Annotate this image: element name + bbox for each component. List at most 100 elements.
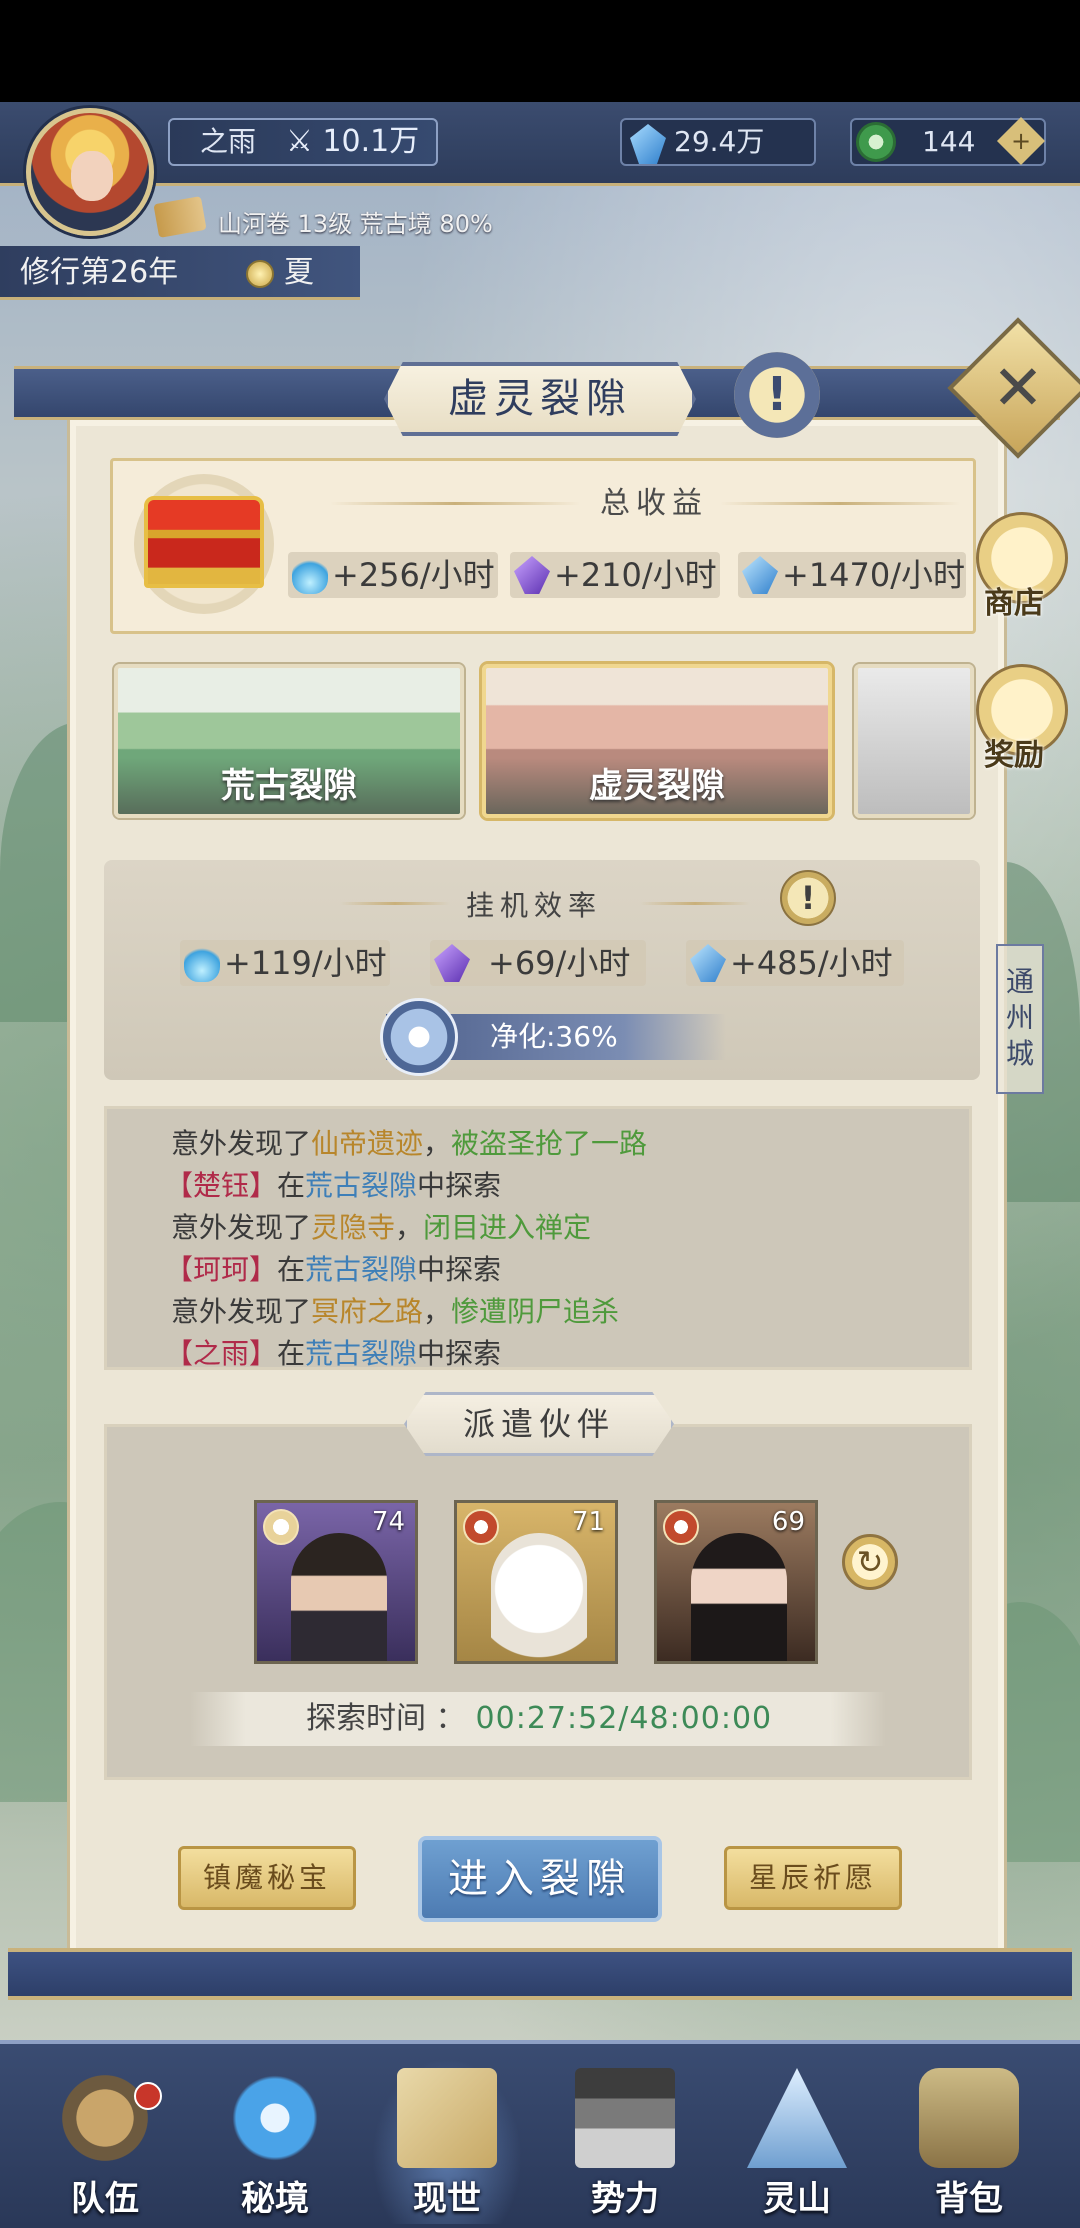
divider-line — [720, 502, 960, 505]
time-label: 探索时间 ： — [306, 1701, 466, 1736]
panel-title: 虚灵裂隙 — [384, 362, 696, 436]
efficiency-info-button[interactable]: ! — [780, 870, 836, 926]
nav-label: 秘境 — [241, 2179, 309, 2219]
jade-coin-icon — [856, 122, 896, 162]
jade-amount: 144 — [922, 125, 976, 158]
efficiency-rate-value: +119/小时 — [224, 944, 387, 982]
efficiency-rate-value: +69/小时 — [488, 944, 631, 982]
time-value: 00:27:52/48:00:00 — [475, 1701, 773, 1736]
partner-portrait — [491, 1533, 587, 1661]
partner-slot-2[interactable]: 71 — [454, 1500, 618, 1664]
shop-label: 商店 — [984, 586, 1044, 621]
nav-team[interactable]: 队伍 — [30, 2058, 180, 2224]
rift-card-xuling[interactable]: 虚灵裂隙 — [482, 664, 832, 818]
nav-label: 现世 — [413, 2179, 481, 2219]
nav-label: 背包 — [935, 2179, 1003, 2219]
partner-slot-3[interactable]: 69 — [654, 1500, 818, 1664]
rift-card-huanggu[interactable]: 荒古裂隙 — [114, 664, 464, 818]
efficiency-rate-value: +485/小时 — [730, 944, 893, 982]
power-value: ⚔ 10.1万 — [286, 124, 420, 159]
dispatch-title: 派遣伙伴 — [404, 1392, 674, 1456]
log-entry: 【楚钰】在荒古裂隙中探索 — [165, 1169, 502, 1202]
mountain-icon — [747, 2068, 847, 2168]
notification-dot — [134, 2082, 162, 2110]
sun-icon — [246, 260, 274, 288]
backpack-icon — [919, 2068, 1019, 2168]
partner-portrait — [291, 1533, 387, 1661]
divider-line — [330, 502, 580, 505]
refresh-partners-button[interactable]: ↻ — [842, 1534, 898, 1590]
log-entry: 【之雨】在荒古裂隙中探索 — [165, 1337, 502, 1370]
vortex-icon — [225, 2068, 325, 2168]
player-avatar[interactable] — [26, 108, 154, 236]
purple-crystal-icon — [514, 556, 550, 594]
income-rate-value: +1470/小时 — [782, 556, 966, 594]
efficiency-rate-blue: +485/小时 — [686, 940, 904, 986]
partner-level: 69 — [771, 1507, 805, 1537]
crystal-resource[interactable]: 29.4万 — [620, 118, 816, 166]
nav-label: 队伍 — [71, 2179, 139, 2219]
divider-line — [340, 902, 450, 905]
income-rate-purple: +210/小时 — [510, 552, 720, 598]
income-rate-flame: +256/小时 — [288, 552, 498, 598]
player-name-pill[interactable]: 之雨 ⚔ 10.1万 — [168, 118, 438, 166]
log-entry: 【珂珂】在荒古裂隙中探索 — [165, 1253, 502, 1286]
purify-text: 净化:36% — [490, 1020, 618, 1053]
exploration-time-bar: 探索时间 ： 00:27:52/48:00:00 — [190, 1692, 886, 1746]
blue-crystal-icon — [742, 556, 778, 594]
divider-line — [640, 902, 750, 905]
rift-card-label: 荒古裂隙 — [118, 758, 460, 814]
treasure-chest-icon[interactable] — [134, 474, 274, 614]
blue-crystal-icon — [690, 944, 726, 982]
nav-faction[interactable]: 势力 — [550, 2058, 700, 2224]
map-scroll-icon — [397, 2068, 497, 2168]
fire-element-icon — [463, 1509, 499, 1545]
income-rate-value: +256/小时 — [332, 556, 495, 594]
nav-label: 灵山 — [763, 2179, 831, 2219]
partner-portrait — [691, 1533, 787, 1661]
player-name: 之雨 — [200, 125, 257, 158]
add-jade-icon[interactable]: + — [996, 116, 1046, 166]
nav-spirit-mountain[interactable]: 灵山 — [722, 2058, 872, 2224]
enter-rift-button[interactable]: 进入裂隙 — [418, 1836, 662, 1922]
partner-level: 71 — [571, 1507, 605, 1537]
cultivation-year-bar: 修行第26年 夏 — [0, 246, 360, 300]
treasure-button[interactable]: 镇魔秘宝 — [178, 1846, 356, 1910]
log-entry: 意外发现了仙帝遗迹，被盗圣抢了一路 — [171, 1127, 648, 1160]
element-icon — [263, 1509, 299, 1545]
rift-card-locked[interactable] — [854, 664, 974, 818]
jade-resource[interactable]: 144 + — [850, 116, 1046, 166]
income-rate-blue: +1470/小时 — [738, 552, 966, 598]
nav-world[interactable]: 现世 — [372, 2058, 522, 2224]
status-bar — [0, 0, 1080, 102]
pagoda-icon — [575, 2068, 675, 2168]
fire-element-icon — [663, 1509, 699, 1545]
income-rate-value: +210/小时 — [554, 556, 717, 594]
city-sign[interactable]: 通州城 — [996, 944, 1044, 1094]
blue-crystal-icon — [630, 124, 666, 164]
purple-crystal-icon — [434, 944, 470, 982]
log-entry: 意外发现了灵隐寺，闭目进入禅定 — [171, 1211, 592, 1244]
partner-slot-1[interactable]: 74 — [254, 1500, 418, 1664]
panel-info-button[interactable]: ! — [734, 352, 820, 438]
blue-flame-icon — [184, 944, 220, 982]
nav-label: 势力 — [591, 2179, 659, 2219]
nav-backpack[interactable]: 背包 — [894, 2058, 1044, 2224]
efficiency-rate-purple: +69/小时 — [430, 940, 646, 986]
efficiency-rate-flame: +119/小时 — [180, 940, 390, 986]
blue-flame-icon — [292, 556, 328, 594]
close-icon: ✕ — [992, 351, 1044, 424]
reward-label: 奖励 — [984, 738, 1044, 773]
panel-bottom-scroll — [8, 1948, 1072, 2000]
crystal-amount: 29.4万 — [674, 125, 765, 158]
purify-orb-icon — [380, 998, 458, 1076]
star-wish-button[interactable]: 星辰祈愿 — [724, 1846, 902, 1910]
rift-card-label: 虚灵裂隙 — [486, 758, 828, 814]
refresh-icon: ↻ — [856, 1543, 884, 1581]
exploration-log: 意外发现了仙帝遗迹，被盗圣抢了一路 【楚钰】在荒古裂隙中探索 意外发现了灵隐寺，… — [104, 1106, 972, 1370]
nav-secret-realm[interactable]: 秘境 — [200, 2058, 350, 2224]
total-income-title: 总收益 — [600, 486, 708, 521]
log-entry: 意外发现了冥府之路，惨遭阴尸追杀 — [171, 1295, 620, 1328]
year-text: 修行第26年 — [20, 255, 179, 290]
partner-level: 74 — [371, 1507, 405, 1537]
